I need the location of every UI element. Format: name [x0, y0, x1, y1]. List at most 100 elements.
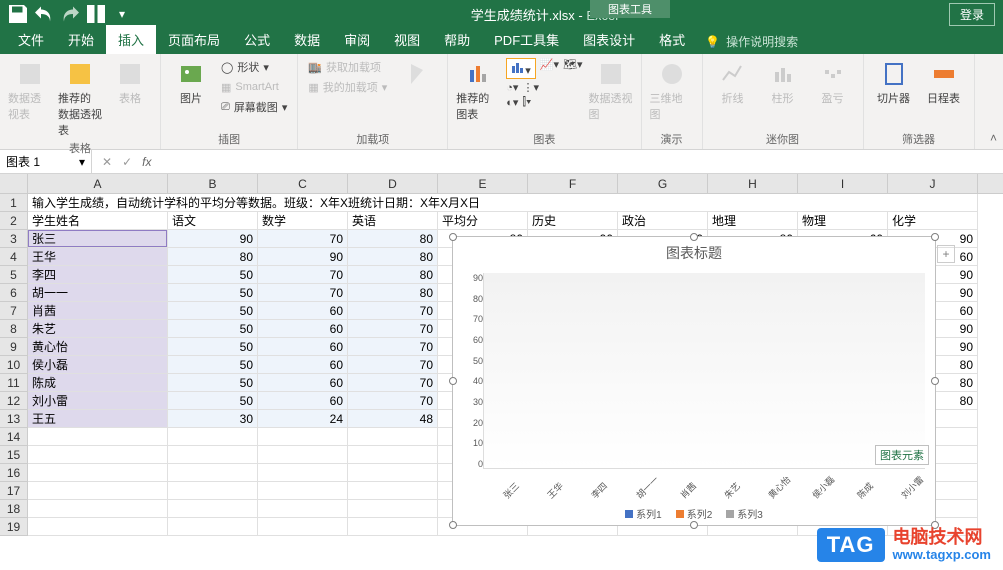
cell[interactable]: 黄心怡	[28, 338, 168, 356]
row-head[interactable]: 8	[0, 320, 28, 338]
tab-view[interactable]: 视图	[382, 25, 432, 54]
shapes-button[interactable]: ◯形状 ▾	[219, 58, 289, 76]
cell[interactable]: 学生姓名	[28, 212, 168, 230]
row-head[interactable]: 5	[0, 266, 28, 284]
cell[interactable]: 90	[168, 230, 258, 248]
col-head[interactable]: B	[168, 174, 258, 193]
tab-insert[interactable]: 插入	[106, 25, 156, 54]
row-head[interactable]: 6	[0, 284, 28, 302]
cell[interactable]: 90	[258, 248, 348, 266]
column-chart-button[interactable]: ▾	[506, 58, 536, 79]
row-head[interactable]: 1	[0, 194, 28, 212]
recommended-charts-button[interactable]: 推荐的 图表	[456, 58, 500, 122]
combo-chart-button[interactable]: ⫿▾	[522, 96, 531, 109]
cell[interactable]: 24	[258, 410, 348, 428]
cell[interactable]: 70	[258, 266, 348, 284]
cell[interactable]: 朱艺	[28, 320, 168, 338]
col-head[interactable]: A	[28, 174, 168, 193]
col-head[interactable]: E	[438, 174, 528, 193]
row-head[interactable]: 11	[0, 374, 28, 392]
tab-help[interactable]: 帮助	[432, 25, 482, 54]
row-head[interactable]: 2	[0, 212, 28, 230]
pivottable-button[interactable]: 数据透 视表	[8, 58, 52, 122]
cell[interactable]: 80	[348, 230, 438, 248]
cell[interactable]: 70	[348, 356, 438, 374]
tab-data[interactable]: 数据	[282, 25, 332, 54]
col-head[interactable]: H	[708, 174, 798, 193]
tab-layout[interactable]: 页面布局	[156, 25, 232, 54]
cell[interactable]: 70	[348, 374, 438, 392]
cell[interactable]	[168, 428, 258, 446]
embedded-chart[interactable]: + 图表标题 9080706050403020100 张三王华李四胡一一肖茜朱艺…	[452, 236, 936, 526]
cell[interactable]	[28, 428, 168, 446]
resize-handle[interactable]	[690, 521, 698, 529]
cell[interactable]: 30	[168, 410, 258, 428]
cell[interactable]: 胡一一	[28, 284, 168, 302]
cell[interactable]: 50	[168, 266, 258, 284]
cell[interactable]	[348, 518, 438, 536]
cell[interactable]: 50	[168, 302, 258, 320]
cell[interactable]	[348, 446, 438, 464]
col-head[interactable]: D	[348, 174, 438, 193]
cell[interactable]: 化学	[888, 212, 978, 230]
cell[interactable]	[28, 446, 168, 464]
row-head[interactable]: 3	[0, 230, 28, 248]
3dmap-button[interactable]: 三维地 图	[650, 58, 694, 122]
cell[interactable]	[348, 464, 438, 482]
cell[interactable]: 48	[348, 410, 438, 428]
worksheet-grid[interactable]: ABCDEFGHIJ 1输入学生成绩，自动统计学科的平均分等数据。班级：X年X班…	[0, 174, 1003, 570]
tab-format[interactable]: 格式	[647, 25, 697, 54]
row-head[interactable]: 19	[0, 518, 28, 536]
col-head[interactable]: J	[888, 174, 978, 193]
redo-icon[interactable]	[58, 3, 82, 25]
cell[interactable]: 60	[258, 320, 348, 338]
collapse-ribbon-icon[interactable]: ˄	[990, 131, 997, 145]
cell[interactable]	[348, 428, 438, 446]
sparkline-line-button[interactable]: 折线	[711, 58, 755, 106]
resize-handle[interactable]	[690, 233, 698, 241]
row-head[interactable]: 9	[0, 338, 28, 356]
cell[interactable]	[258, 500, 348, 518]
cell[interactable]: 输入学生成绩，自动统计学科的平均分等数据。班级：X年X班统计日期：X年X月X日	[28, 194, 978, 212]
cell[interactable]: 英语	[348, 212, 438, 230]
row-head[interactable]: 13	[0, 410, 28, 428]
bing-button[interactable]	[395, 58, 439, 90]
cell[interactable]: 50	[168, 338, 258, 356]
cell[interactable]: 70	[258, 230, 348, 248]
cell[interactable]: 王华	[28, 248, 168, 266]
row-head[interactable]: 4	[0, 248, 28, 266]
screenshot-button[interactable]: ⎚屏幕截图 ▾	[219, 98, 289, 116]
cell[interactable]	[168, 464, 258, 482]
cell[interactable]	[258, 428, 348, 446]
col-head[interactable]: I	[798, 174, 888, 193]
cell[interactable]: 80	[348, 284, 438, 302]
row-head[interactable]: 10	[0, 356, 28, 374]
my-addins-button[interactable]: ▦我的加载项 ▾	[306, 78, 389, 96]
cell[interactable]: 70	[348, 302, 438, 320]
tab-review[interactable]: 审阅	[332, 25, 382, 54]
cell[interactable]: 平均分	[438, 212, 528, 230]
cell[interactable]: 70	[258, 284, 348, 302]
row-head[interactable]: 17	[0, 482, 28, 500]
cell[interactable]: 80	[168, 248, 258, 266]
cell[interactable]: 地理	[708, 212, 798, 230]
cell[interactable]: 70	[348, 392, 438, 410]
cell[interactable]: 陈成	[28, 374, 168, 392]
tab-formulas[interactable]: 公式	[232, 25, 282, 54]
cell[interactable]	[28, 500, 168, 518]
touch-mode-icon[interactable]	[84, 3, 108, 25]
tab-chartdesign[interactable]: 图表设计	[571, 25, 647, 54]
cell[interactable]: 60	[258, 338, 348, 356]
cell[interactable]	[28, 518, 168, 536]
cell[interactable]: 侯小磊	[28, 356, 168, 374]
col-head[interactable]: F	[528, 174, 618, 193]
cell[interactable]	[168, 446, 258, 464]
tab-pdf[interactable]: PDF工具集	[482, 25, 571, 54]
resize-handle[interactable]	[449, 233, 457, 241]
cell[interactable]	[168, 518, 258, 536]
cell[interactable]: 历史	[528, 212, 618, 230]
chart-elements-button[interactable]: +	[937, 245, 955, 263]
cell[interactable]: 张三	[28, 230, 168, 248]
hierarchy-chart-button[interactable]: ◔▾	[506, 81, 518, 94]
row-head[interactable]: 16	[0, 464, 28, 482]
